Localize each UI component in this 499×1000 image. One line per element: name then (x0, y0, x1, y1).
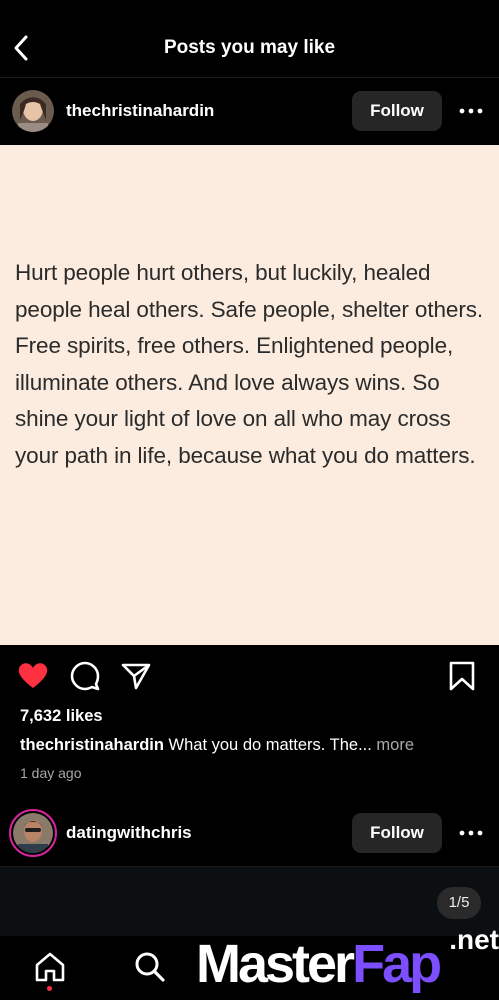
tab-home[interactable] (33, 950, 67, 984)
share-icon (121, 663, 151, 690)
avatar[interactable] (9, 809, 57, 857)
more-horizontal-icon (459, 108, 483, 114)
post-media[interactable]: 1/5 (0, 866, 499, 936)
follow-button[interactable]: Follow (352, 91, 442, 131)
watermark-fap: Fap (352, 934, 442, 994)
more-horizontal-icon (459, 830, 483, 836)
share-button[interactable] (120, 660, 152, 692)
like-button[interactable] (17, 660, 49, 692)
caption-text: What you do matters. The... (163, 736, 377, 754)
watermark-master: Master (196, 934, 355, 994)
like-count[interactable]: 7,632 likes (20, 707, 103, 726)
more-options-button[interactable] (459, 822, 483, 844)
heart-icon (18, 663, 48, 688)
watermark-logo: MasterFap .net (196, 924, 499, 1000)
quote-text: Hurt people hurt others, but luckily, he… (15, 260, 484, 468)
username[interactable]: thechristinahardin (66, 101, 214, 121)
avatar[interactable] (12, 90, 54, 132)
caption-username[interactable]: thechristinahardin (20, 736, 164, 754)
username[interactable]: datingwithchris (66, 823, 192, 843)
comment-icon (70, 661, 100, 691)
search-icon (135, 952, 165, 982)
carousel-indicator: 1/5 (437, 887, 481, 919)
caption: thechristinahardin What you do matters. … (20, 736, 414, 755)
post-header: thechristinahardin Follow (0, 78, 499, 144)
comment-button[interactable] (69, 660, 101, 692)
post-timestamp: 1 day ago (20, 765, 82, 781)
follow-button[interactable]: Follow (352, 813, 442, 853)
post-image[interactable]: Hurt people hurt others, but luckily, he… (0, 145, 499, 645)
caption-more-link[interactable]: more (376, 736, 414, 754)
watermark-net: .net (449, 924, 499, 955)
post-header: datingwithchris Follow (0, 800, 499, 866)
post-actions (0, 645, 499, 707)
home-icon (35, 952, 65, 982)
tab-search[interactable] (133, 950, 167, 984)
top-bar: Posts you may like (0, 0, 499, 78)
save-button[interactable] (446, 660, 478, 692)
notification-dot (47, 986, 52, 991)
more-options-button[interactable] (459, 100, 483, 122)
page-title: Posts you may like (163, 37, 336, 58)
bookmark-icon (449, 661, 475, 691)
